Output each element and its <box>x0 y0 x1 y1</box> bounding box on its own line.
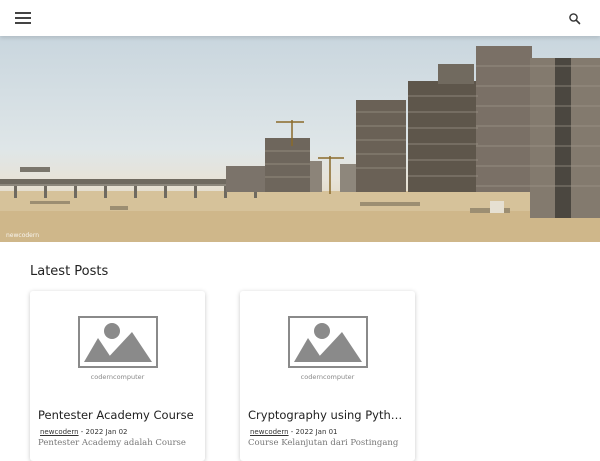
hamburger-icon[interactable] <box>15 12 31 24</box>
post-date: 2022 Jan 01 <box>295 428 338 436</box>
hero-image: newcodern <box>0 36 600 242</box>
thumbnail-placeholder <box>240 291 415 403</box>
post-title[interactable]: Cryptography using Pytho... <box>248 408 408 422</box>
image-placeholder-icon <box>287 316 368 368</box>
post-title[interactable]: Pentester Academy Course <box>38 408 198 422</box>
post-excerpt: Course Kelanjutan dari Postingang <box>248 438 399 448</box>
section-title: Latest Posts <box>30 264 109 279</box>
post-meta: newcodern - 2022 Jan 01 <box>250 428 338 436</box>
post-card[interactable]: coderncomputer Pentester Academy Course … <box>30 291 205 461</box>
thumbnail-caption: coderncomputer <box>90 373 145 381</box>
post-author-link[interactable]: newcodern <box>250 428 289 436</box>
image-placeholder-icon <box>77 316 158 368</box>
thumbnail-placeholder <box>30 291 205 403</box>
post-card[interactable]: coderncomputer Cryptography using Pytho.… <box>240 291 415 461</box>
post-excerpt: Pentester Academy adalah Course <box>38 438 186 448</box>
meta-separator: - <box>80 428 84 436</box>
meta-separator: - <box>290 428 294 436</box>
hero-credit: newcodern <box>6 232 40 239</box>
thumbnail-caption: coderncomputer <box>300 373 355 381</box>
post-date: 2022 Jan 02 <box>85 428 128 436</box>
post-author-link[interactable]: newcodern <box>40 428 79 436</box>
construction-skyline-image <box>0 46 600 242</box>
search-icon[interactable] <box>568 11 582 25</box>
top-app-bar <box>0 0 600 36</box>
post-meta: newcodern - 2022 Jan 02 <box>40 428 128 436</box>
